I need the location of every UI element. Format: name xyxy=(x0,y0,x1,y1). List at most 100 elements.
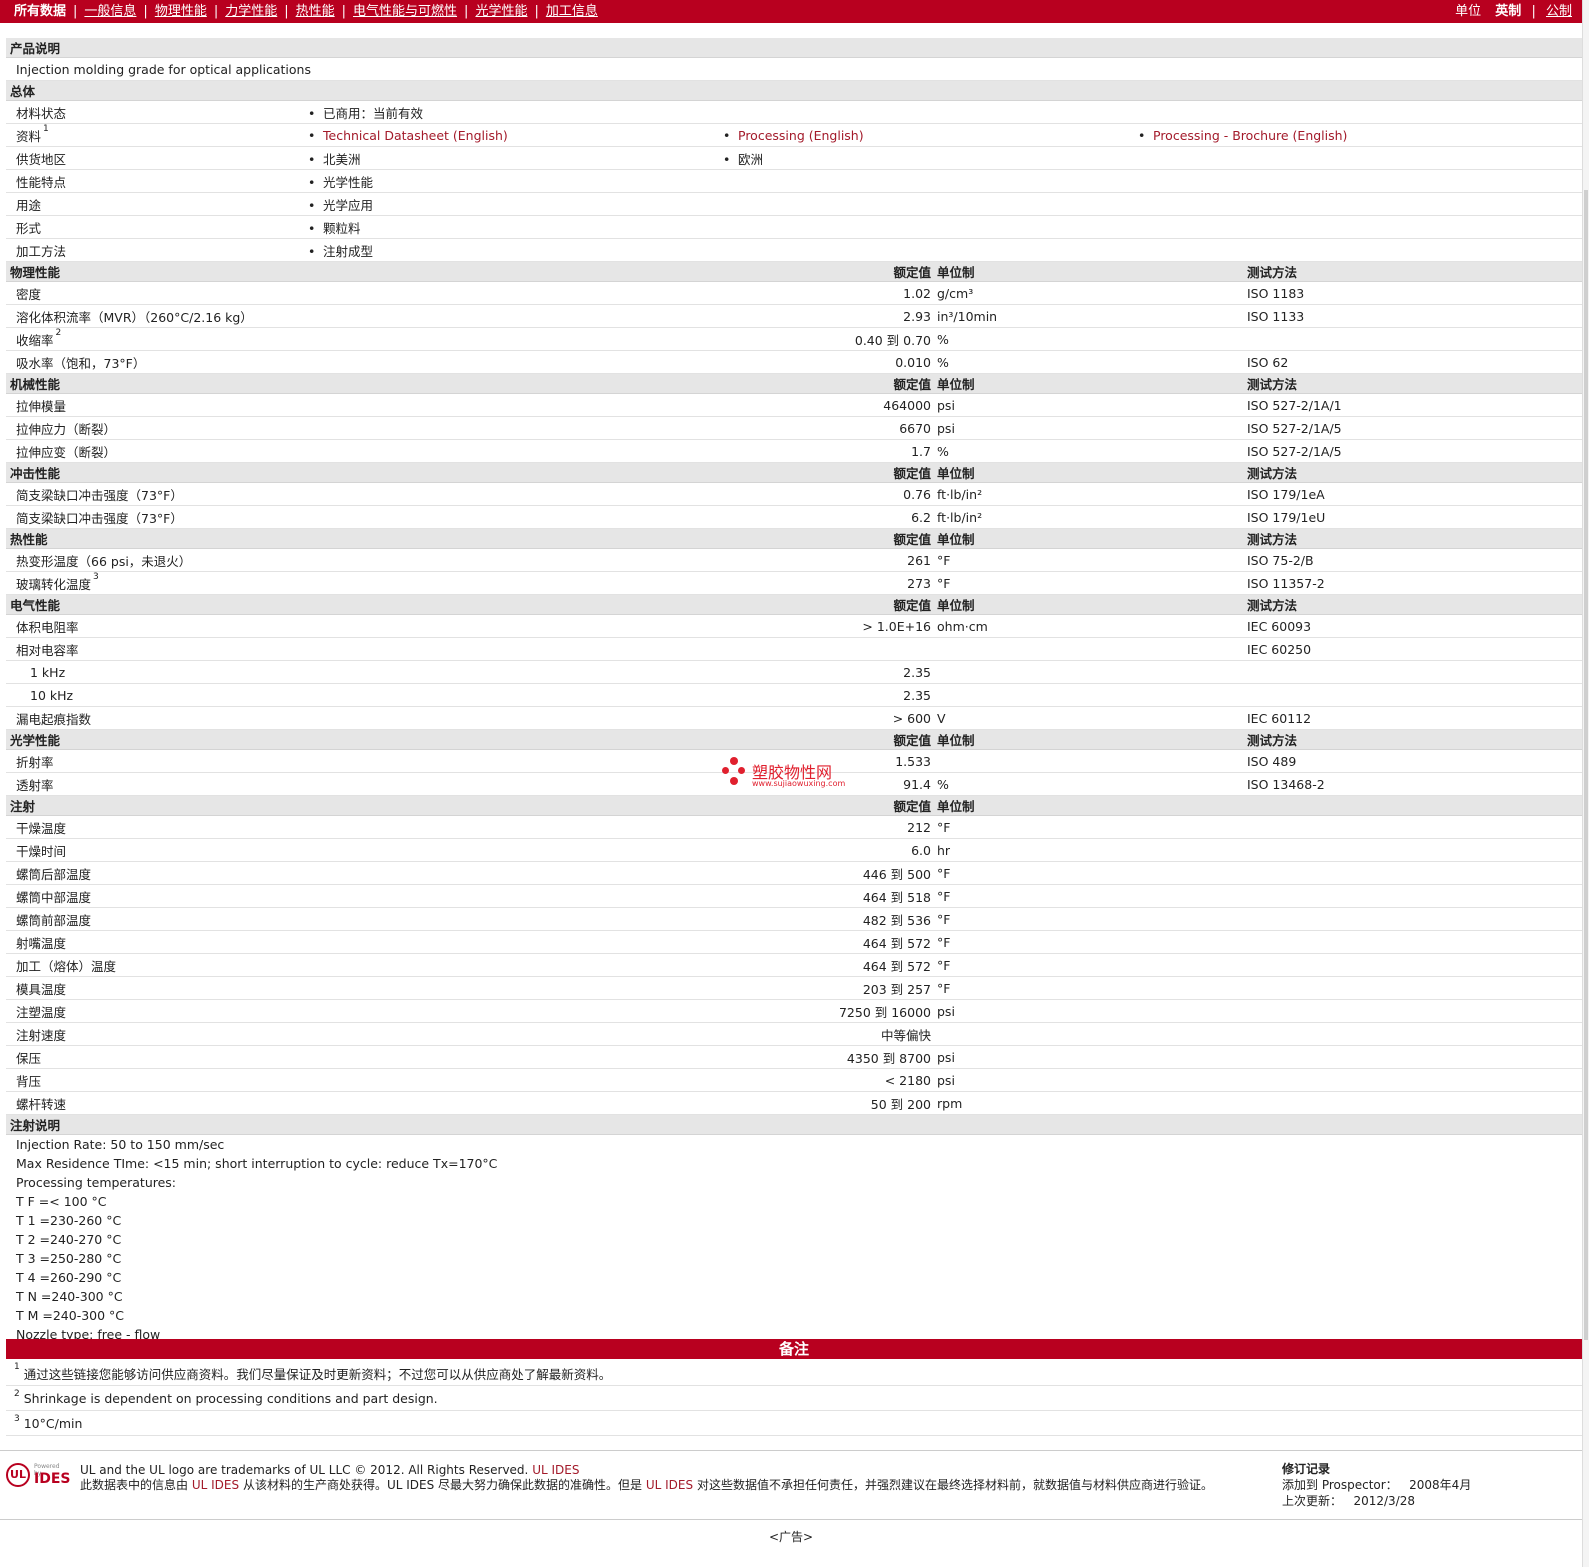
row-label: 注塑温度 xyxy=(6,999,308,1023)
row-label: 资料 1 xyxy=(6,123,308,147)
nav-tab-5[interactable]: 电气性能与可燃性 xyxy=(353,4,457,19)
property-row: 10 kHz 2.35 xyxy=(6,683,1583,707)
nav-tab-3[interactable]: 力学性能 xyxy=(225,4,277,19)
disclaimer-ides-link[interactable]: UL IDES xyxy=(192,1478,239,1492)
row-label-text: 供货地区 xyxy=(16,151,67,167)
section-header-injection: 注射 额定值 单位制 xyxy=(6,795,1583,816)
injection-note-row: T F =< 100 °C xyxy=(6,1192,1582,1211)
col-header-test: 测试方法 xyxy=(1247,261,1583,282)
property-test-method xyxy=(1247,1045,1583,1069)
section-title: 机械性能 xyxy=(6,373,308,394)
general-row: 供货地区 • 北美洲 • 欧洲 xyxy=(6,146,1583,170)
property-row: 加工（熔体）温度 464 到 572 °F xyxy=(6,953,1583,977)
row-label-text: 拉伸应力（断裂） xyxy=(16,421,117,437)
row-label: 热变形温度（66 psi，未退火） xyxy=(6,548,308,572)
col-header-test: 测试方法 xyxy=(1247,729,1583,750)
ad-placeholder[interactable]: <广告> xyxy=(0,1528,1582,1545)
row-label-text: 相对电容率 xyxy=(16,642,79,658)
property-value xyxy=(308,637,937,661)
row-label: 透射率 xyxy=(6,772,308,796)
nav-tab-2[interactable]: 物理性能 xyxy=(155,4,207,19)
nav-tab-4[interactable]: 热性能 xyxy=(296,4,335,19)
injection-note-line: T F =< 100 °C xyxy=(16,1194,107,1209)
general-values: • 光学应用 xyxy=(308,192,1583,216)
row-label: 射嘴温度 xyxy=(6,930,308,954)
injection-note-line: Processing temperatures: xyxy=(16,1175,177,1190)
scrollbar-thumb[interactable] xyxy=(1584,190,1588,1340)
unit-imperial-option[interactable]: 英制 xyxy=(1495,4,1521,19)
general-value-item: • 光学性能 xyxy=(308,172,723,191)
disclaimer-text: 此数据表中的信息由 xyxy=(80,1478,189,1492)
general-values: • 光学性能 xyxy=(308,169,1583,193)
col-header-unit: 单位制 xyxy=(937,462,1247,483)
property-test-method xyxy=(1247,953,1583,977)
section-title: 注射 xyxy=(6,795,308,816)
property-value: 212 xyxy=(308,815,937,839)
datasheet-link[interactable]: Processing (English) xyxy=(738,128,864,143)
general-value-item[interactable]: • Processing (English) xyxy=(723,128,1138,143)
property-row: 拉伸模量 464000 psi ISO 527-2/1A/1 xyxy=(6,393,1583,417)
row-label: 拉伸应变（断裂） xyxy=(6,439,308,463)
ul-logo-mark: UL xyxy=(6,1463,30,1487)
injection-note-line: T 2 =240-270 °C xyxy=(16,1232,122,1247)
injection-note-row: T N =240-300 °C xyxy=(6,1287,1582,1306)
injection-note-row: Injection Rate: 50 to 150 mm/sec xyxy=(6,1135,1582,1155)
disclaimer-ides-link[interactable]: UL IDES xyxy=(646,1478,693,1492)
row-label-text: 干燥温度 xyxy=(16,820,67,836)
footnote-ref[interactable]: 1 xyxy=(43,124,49,134)
annotations-table: 1 通过这些链接您能够访问供应商资料。我们尽量保证及时更新资料；不过您可以从供应商… xyxy=(6,1361,1582,1436)
footnote-ref[interactable]: 2 xyxy=(56,328,62,338)
annotations-title: 备注 xyxy=(6,1339,1582,1359)
section-header-product: 产品说明 xyxy=(6,38,1583,58)
property-row: 射嘴温度 464 到 572 °F xyxy=(6,930,1583,954)
watermark-dot xyxy=(730,757,738,765)
ul-ides-link[interactable]: UL IDES xyxy=(532,1463,579,1477)
general-value-item[interactable]: • Processing - Brochure (English) xyxy=(1138,128,1553,143)
property-test-method: IEC 60093 xyxy=(1247,614,1583,638)
property-test-method xyxy=(1247,976,1583,1000)
row-label: 玻璃转化温度 3 xyxy=(6,571,308,595)
property-test-method: ISO 62 xyxy=(1247,350,1583,374)
footnote-ref[interactable]: 3 xyxy=(93,572,99,582)
property-test-method xyxy=(1247,838,1583,862)
product-description: Injection molding grade for optical appl… xyxy=(6,57,1583,81)
datasheet-link[interactable]: Processing - Brochure (English) xyxy=(1153,128,1347,143)
nav-tab-6[interactable]: 光学性能 xyxy=(475,4,527,19)
property-test-method: ISO 1133 xyxy=(1247,304,1583,328)
row-label: 材料状态 xyxy=(6,100,308,124)
general-values-wrap: • 已商用：当前有效 xyxy=(308,103,1582,122)
nav-tab-7[interactable]: 加工信息 xyxy=(546,4,598,19)
property-unit: °F xyxy=(937,815,1247,839)
property-unit: °F xyxy=(937,930,1247,954)
nav-separator: | xyxy=(534,4,539,19)
row-label-text: 拉伸模量 xyxy=(16,398,67,414)
property-unit: in³/10min xyxy=(937,304,1247,328)
general-value: 光学应用 xyxy=(323,197,374,213)
row-label: 拉伸应力（断裂） xyxy=(6,416,308,440)
property-row: 热变形温度（66 psi，未退火） 261 °F ISO 75-2/B xyxy=(6,548,1583,572)
property-value: 4350 到 8700 xyxy=(308,1045,937,1069)
unit-metric-link[interactable]: 公制 xyxy=(1546,4,1572,19)
row-label: 保压 xyxy=(6,1045,308,1069)
added-value: 2008年4月 xyxy=(1409,1478,1472,1492)
datasheet-link[interactable]: Technical Datasheet (English) xyxy=(323,128,508,143)
property-value: 2.93 xyxy=(308,304,937,328)
general-value-item[interactable]: • Technical Datasheet (English) xyxy=(308,128,723,143)
vertical-scrollbar[interactable] xyxy=(1582,0,1589,1567)
section-header-electrical: 电气性能 额定值 单位制 测试方法 xyxy=(6,594,1583,615)
property-unit: °F xyxy=(937,861,1247,885)
property-row: 螺筒中部温度 464 到 518 °F xyxy=(6,884,1583,908)
property-test-method xyxy=(1247,861,1583,885)
row-label: 螺筒前部温度 xyxy=(6,907,308,931)
nav-tab-0[interactable]: 所有数据 xyxy=(14,4,66,19)
col-header-test: 测试方法 xyxy=(1247,528,1583,549)
property-value: 0.40 到 0.70 xyxy=(308,327,937,351)
property-test-method xyxy=(1247,327,1583,351)
section-nav: 所有数据 | 一般信息 | 物理性能 | 力学性能 | 热性能 | 电气性能与可燃性 | 光学性能 | 加工… xyxy=(14,0,598,23)
general-value-item: • 已商用：当前有效 xyxy=(308,103,723,122)
product-description-row: Injection molding grade for optical appl… xyxy=(6,57,1583,81)
row-label-text: 背压 xyxy=(16,1073,42,1089)
property-value: > 600 xyxy=(308,706,937,730)
general-values: • Technical Datasheet (English) • Processin… xyxy=(308,123,1583,147)
nav-tab-1[interactable]: 一般信息 xyxy=(84,4,136,19)
